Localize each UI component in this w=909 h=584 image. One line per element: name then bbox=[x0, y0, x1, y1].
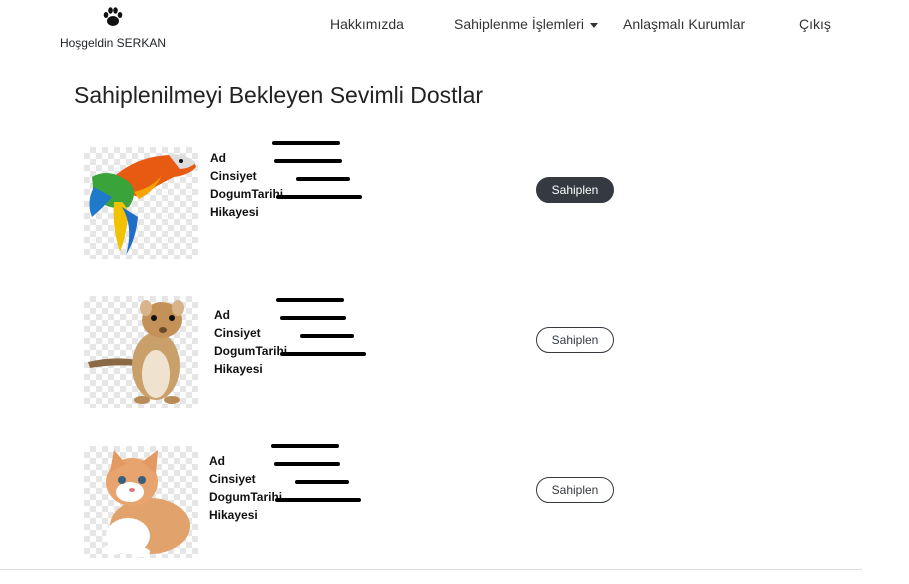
field-gender: Cinsiyet bbox=[210, 159, 342, 185]
adopt-button[interactable]: Sahiplen bbox=[536, 327, 614, 353]
pet-info: Ad Cinsiyet DogumTarihi Hikayesi bbox=[214, 298, 366, 378]
adopt-button[interactable]: Sahiplen bbox=[536, 177, 614, 203]
redacted-birthdate bbox=[300, 334, 354, 338]
redacted-story bbox=[276, 195, 362, 199]
redacted-story bbox=[275, 498, 361, 502]
redacted-story bbox=[280, 352, 366, 356]
parrot-image bbox=[84, 147, 198, 259]
field-name: Ad bbox=[210, 141, 340, 167]
redacted-gender bbox=[274, 462, 340, 466]
nav-partners[interactable]: Anlaşmalı Kurumlar bbox=[623, 16, 745, 32]
gerbil-image bbox=[84, 296, 198, 408]
pet-card: Ad Cinsiyet DogumTarihi Hikayesi Sahiple… bbox=[84, 296, 644, 410]
pet-info: Ad Cinsiyet DogumTarihi Hikayesi bbox=[210, 141, 362, 221]
nav-adoption-dropdown[interactable]: Sahiplenme İşlemleri bbox=[454, 16, 598, 32]
greeting-text: Hoşgeldin SERKAN bbox=[59, 36, 167, 50]
pet-card: Ad Cinsiyet DogumTarihi Hikayesi Sahiple… bbox=[84, 141, 644, 259]
redacted-name bbox=[276, 298, 344, 302]
brand[interactable]: Hoşgeldin SERKAN bbox=[58, 6, 168, 50]
nav-logout[interactable]: Çıkış bbox=[799, 16, 831, 32]
paw-icon bbox=[103, 7, 123, 26]
field-story: Hikayesi bbox=[210, 195, 362, 221]
redacted-name bbox=[272, 141, 340, 145]
pet-info: Ad Cinsiyet DogumTarihi Hikayesi bbox=[209, 444, 361, 524]
redacted-gender bbox=[274, 159, 342, 163]
redacted-birthdate bbox=[296, 177, 350, 181]
field-name: Ad bbox=[209, 444, 339, 470]
field-gender: Cinsiyet bbox=[209, 462, 340, 488]
field-birthdate: DogumTarihi bbox=[214, 334, 354, 360]
divider bbox=[0, 569, 862, 570]
redacted-gender bbox=[280, 316, 346, 320]
page-title: Sahiplenilmeyi Bekleyen Sevimli Dostlar bbox=[74, 82, 484, 108]
field-name: Ad bbox=[214, 298, 344, 324]
field-story: Hikayesi bbox=[214, 352, 366, 378]
field-gender: Cinsiyet bbox=[214, 316, 346, 342]
adopt-button[interactable]: Sahiplen bbox=[536, 477, 614, 503]
redacted-name bbox=[271, 444, 339, 448]
nav-adoption-label: Sahiplenme İşlemleri bbox=[454, 16, 584, 32]
nav-about[interactable]: Hakkımızda bbox=[330, 16, 404, 32]
kitten-image bbox=[84, 446, 198, 558]
field-birthdate: DogumTarihi bbox=[209, 480, 349, 506]
field-birthdate: DogumTarihi bbox=[210, 177, 350, 203]
pet-card: Ad Cinsiyet DogumTarihi Hikayesi Sahiple… bbox=[84, 444, 644, 558]
field-story: Hikayesi bbox=[209, 498, 361, 524]
redacted-birthdate bbox=[295, 480, 349, 484]
caret-down-icon bbox=[589, 22, 598, 28]
